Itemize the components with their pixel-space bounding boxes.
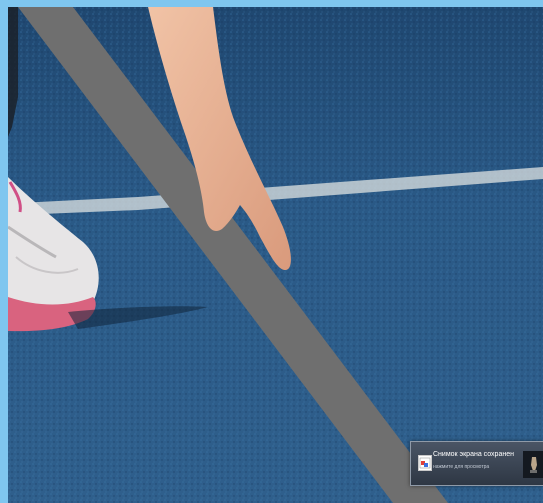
wallpaper-photo xyxy=(8,7,543,503)
screenshot-thumbnail[interactable] xyxy=(523,451,543,478)
desktop-screen: Снимок экрана сохранен нажмите для просм… xyxy=(0,0,543,503)
running-track-image xyxy=(8,7,543,503)
notification-title: Снимок экрана сохранен xyxy=(433,451,514,458)
notification-subtitle: нажмите для просмотра xyxy=(433,464,490,470)
screenshot-app-icon xyxy=(418,455,432,471)
screenshot-saved-notification[interactable]: Снимок экрана сохранен нажмите для просм… xyxy=(410,441,543,486)
